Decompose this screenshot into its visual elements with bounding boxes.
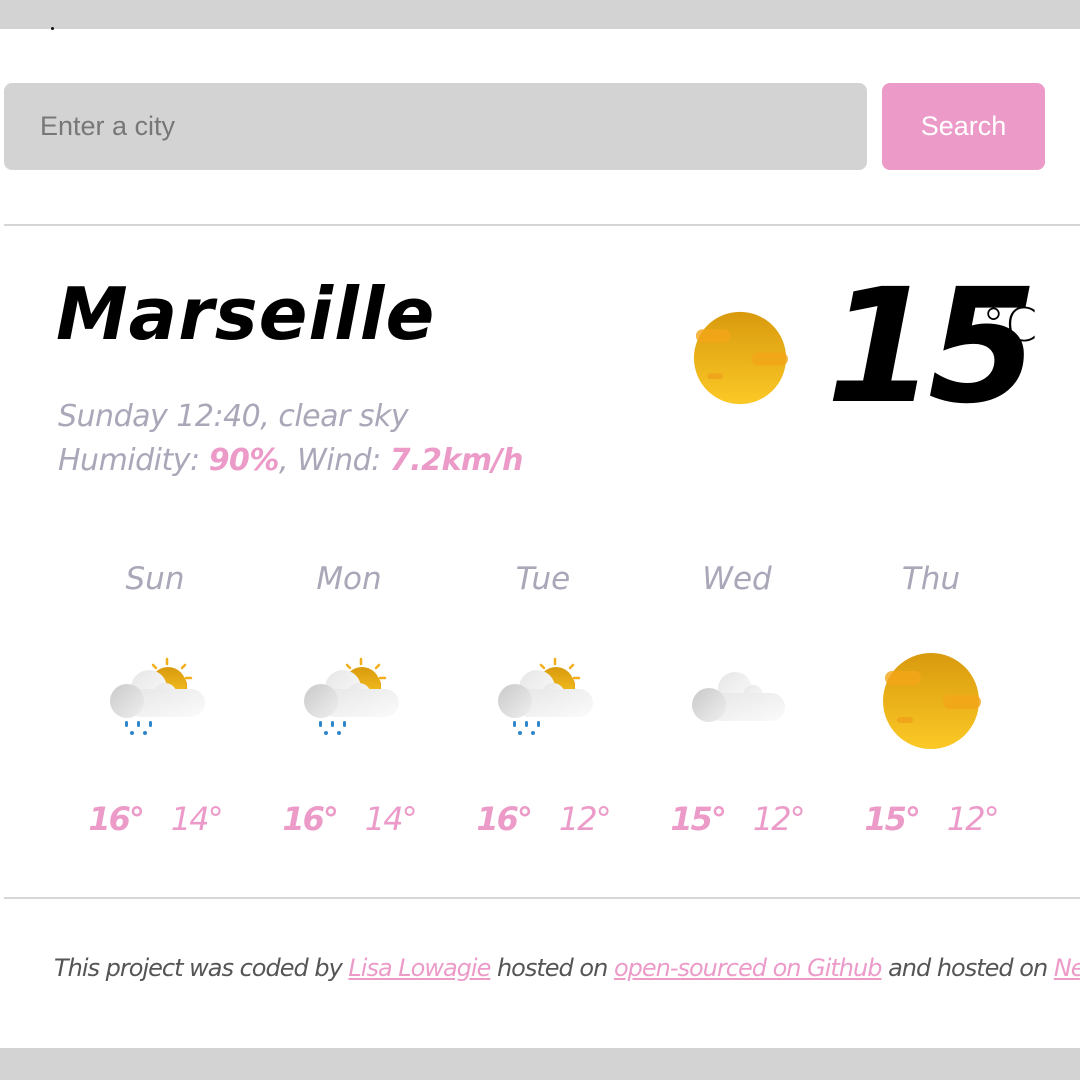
footer-text: This project was coded by (54, 954, 349, 982)
city-name: Marseille (56, 272, 436, 356)
author-link[interactable]: Lisa Lowagie (348, 954, 491, 982)
forecast-day: Sun 16° 14° (58, 555, 252, 855)
forecast-day: Wed 15° 12° (640, 555, 834, 855)
clear-sky-sun-icon (881, 651, 981, 751)
wind-value: 7.2km/h (389, 443, 524, 478)
footer-divider (4, 897, 1080, 899)
forecast-min: 12° (752, 800, 806, 838)
rain-sun-cloud-icon (493, 651, 593, 751)
humidity-value: 90% (208, 443, 280, 478)
top-bar (0, 0, 1080, 29)
rain-sun-cloud-icon (299, 651, 399, 751)
forecast: Sun 16° 14° Mon 16° 14° Tue 16° 12° Wed 15°… (58, 555, 1030, 855)
forecast-day: Mon 16° 14° (252, 555, 446, 855)
humidity-wind-line: Humidity: 90%, Wind: 7.2km/h (58, 443, 524, 478)
forecast-day: Tue 16° 12° (446, 555, 640, 855)
footer-text: and hosted on (881, 954, 1054, 982)
humidity-label: Humidity: (58, 443, 200, 478)
city-search-input[interactable] (4, 83, 867, 170)
github-link[interactable]: open-sourced on Github (614, 954, 882, 982)
forecast-max: 16° (282, 800, 339, 838)
forecast-max: 15° (670, 800, 727, 838)
forecast-max: 15° (864, 800, 921, 838)
stray-dot (51, 27, 54, 30)
forecast-temps: 15° 12° (640, 800, 834, 838)
forecast-day-name: Tue (515, 561, 571, 597)
temperature-unit: °C (982, 298, 1038, 352)
wind-label: Wind: (297, 443, 381, 478)
forecast-min: 12° (946, 800, 1000, 838)
date-description-line: Sunday 12:40, clear sky (58, 399, 409, 434)
netlify-link[interactable]: Netlify. (1054, 954, 1080, 982)
forecast-day: Thu 15° 12° (834, 555, 1028, 855)
current-details: Sunday 12:40, clear sky Humidity: 90%, W… (58, 395, 523, 483)
header-divider (4, 224, 1080, 226)
day-time: Sunday 12:40 (58, 399, 261, 434)
bottom-bar (0, 1048, 1080, 1080)
cloud-icon (687, 651, 787, 751)
forecast-max: 16° (88, 800, 145, 838)
forecast-temps: 15° 12° (834, 800, 1028, 838)
forecast-day-name: Mon (316, 561, 382, 597)
forecast-day-name: Wed (702, 561, 772, 597)
footer-text: hosted on (490, 954, 614, 982)
rain-sun-cloud-icon (105, 651, 205, 751)
forecast-temps: 16° 12° (446, 800, 640, 838)
forecast-min: 14° (170, 800, 224, 838)
search-button[interactable]: Search (882, 83, 1045, 170)
weather-description: clear sky (278, 399, 409, 434)
forecast-max: 16° (476, 800, 533, 838)
forecast-day-name: Thu (901, 561, 961, 597)
forecast-temps: 16° 14° (58, 800, 252, 838)
forecast-temps: 16° 14° (252, 800, 446, 838)
footer: This project was coded by Lisa Lowagie h… (54, 954, 1080, 982)
clear-sky-sun-icon (692, 310, 788, 406)
forecast-min: 12° (558, 800, 612, 838)
forecast-day-name: Sun (125, 561, 185, 597)
forecast-min: 14° (364, 800, 418, 838)
